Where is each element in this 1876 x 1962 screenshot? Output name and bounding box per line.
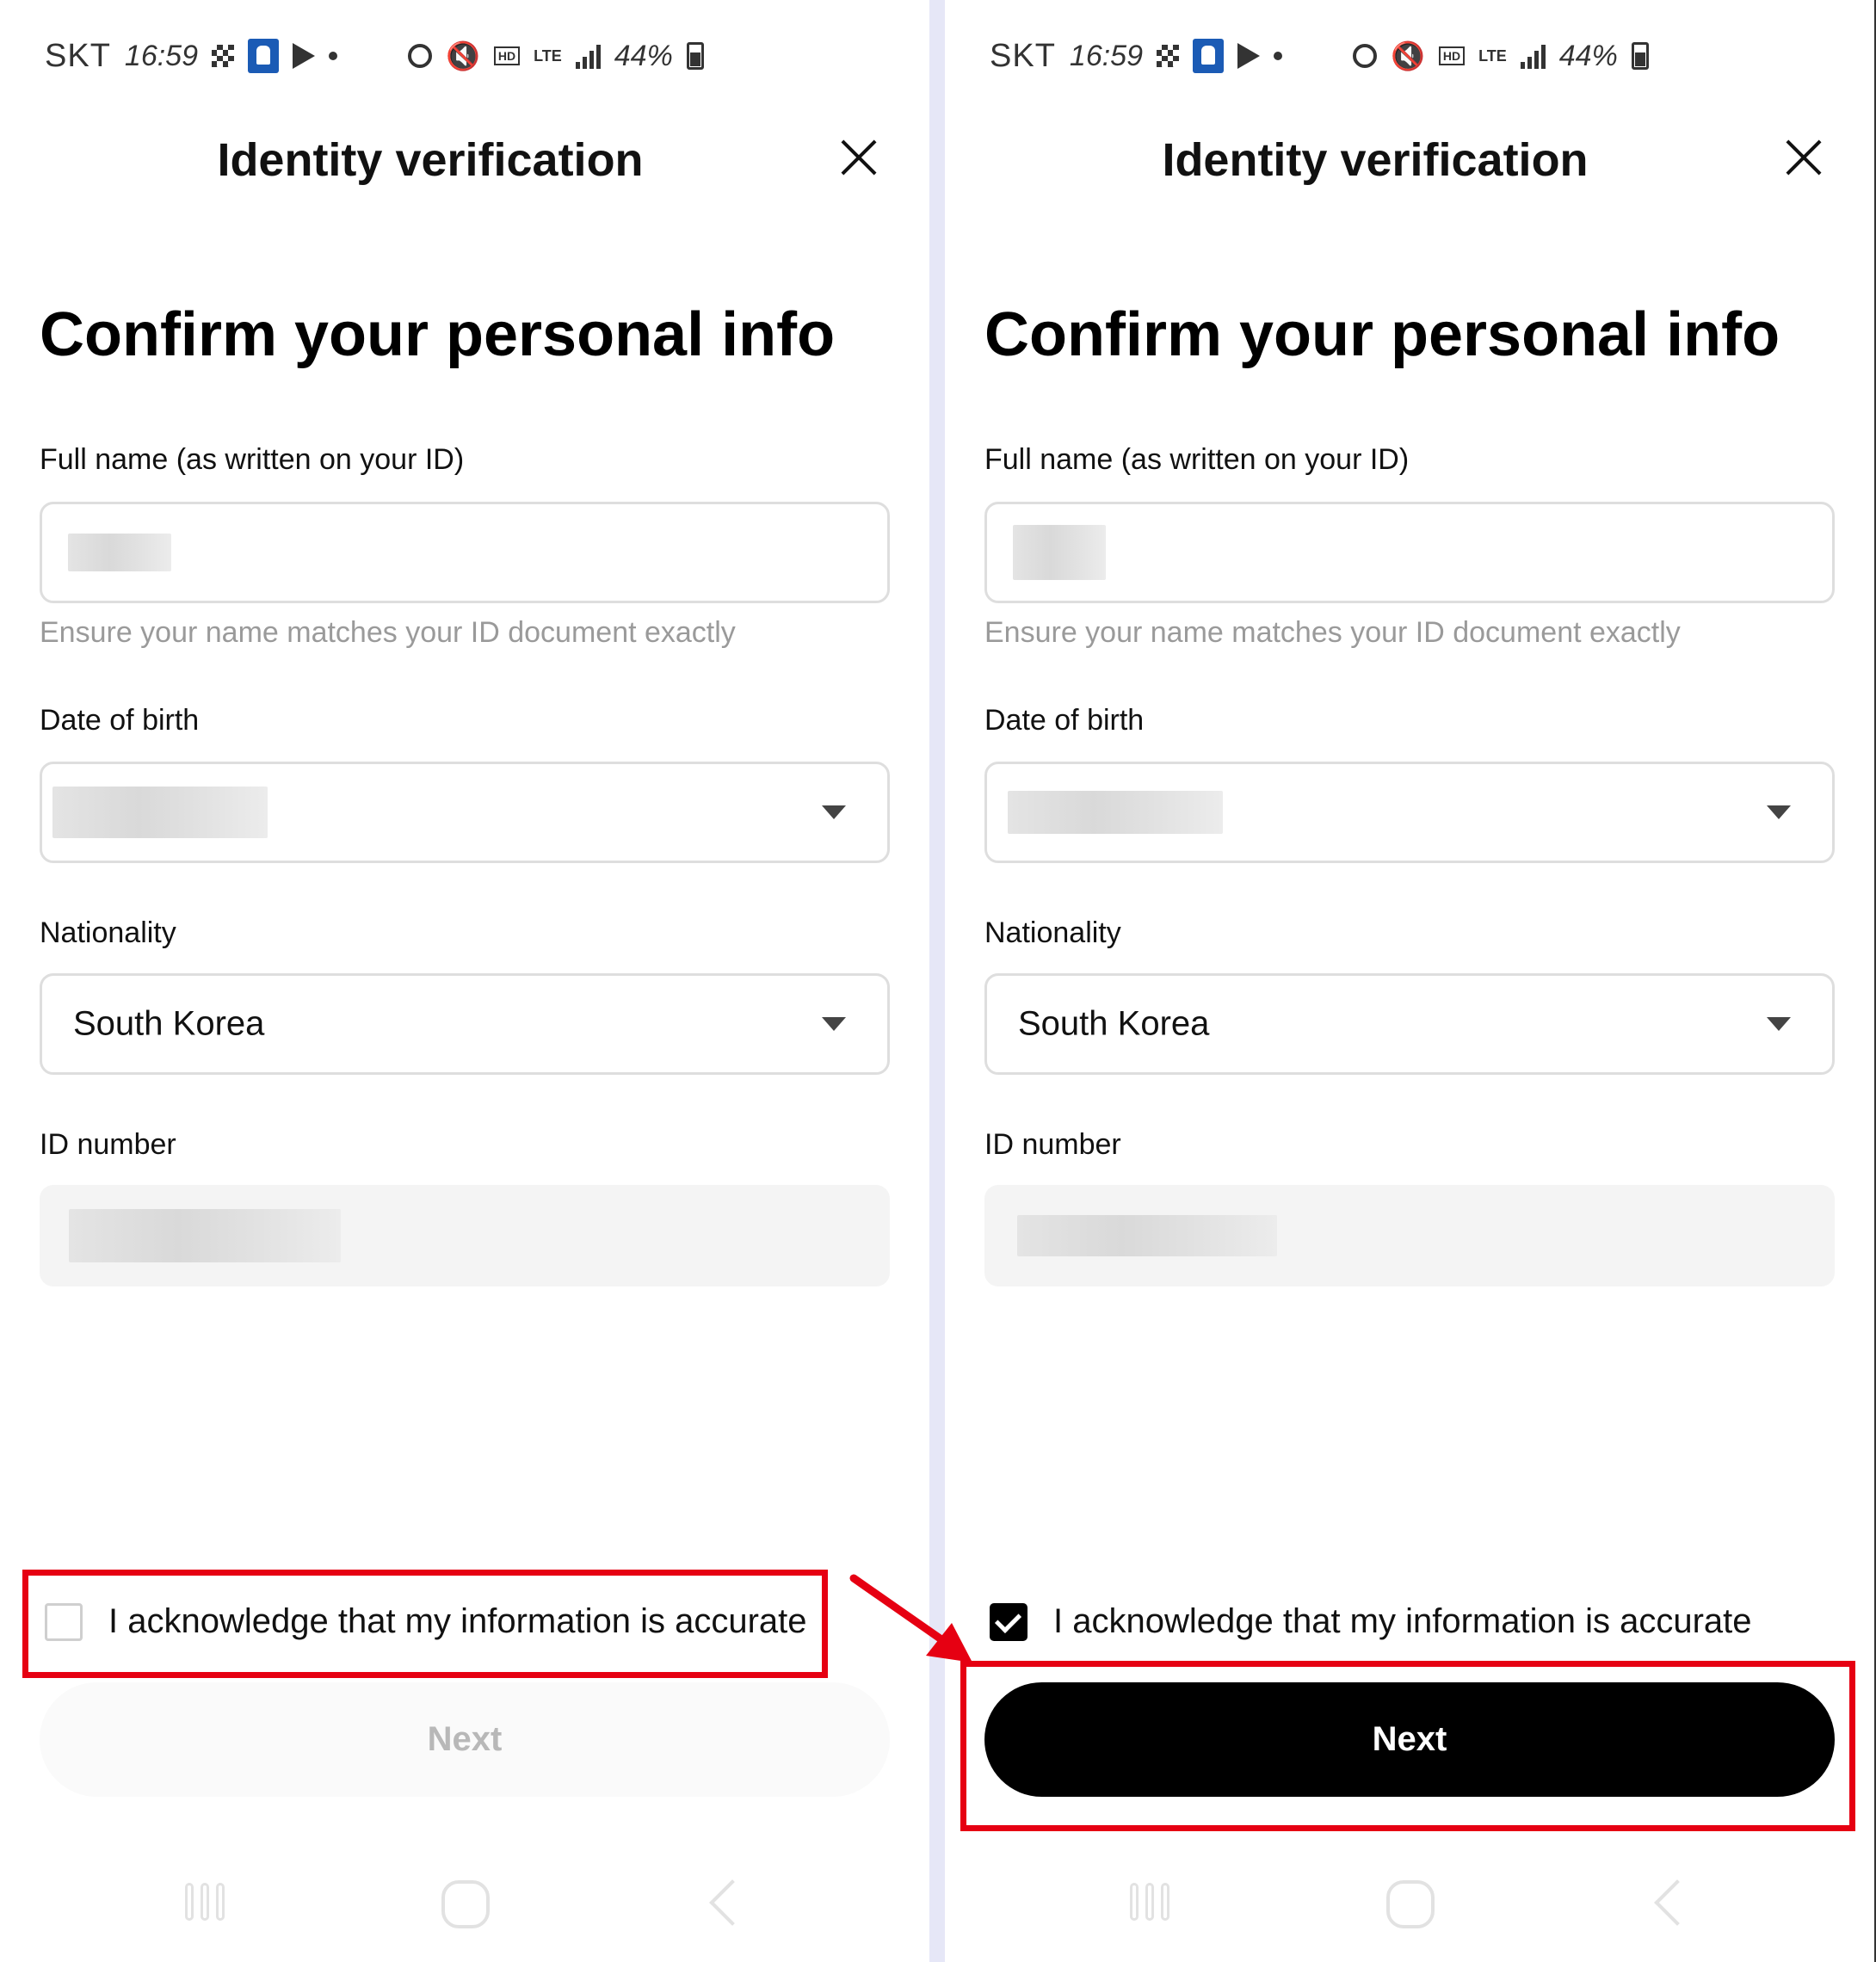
system-nav-bar: [945, 1876, 1874, 1936]
alarm-icon: [1353, 44, 1377, 68]
back-icon[interactable]: [1654, 1879, 1700, 1926]
redacted-dob: [1008, 791, 1223, 834]
dob-select[interactable]: [984, 762, 1835, 863]
id-number-label: ID number: [984, 1128, 1121, 1161]
header-title: Identity verification: [1162, 134, 1589, 186]
acknowledge-text: I acknowledge that my information is acc…: [1053, 1602, 1752, 1640]
system-nav-bar: [0, 1876, 929, 1936]
hd-label: HD: [497, 49, 516, 63]
app-notification-icon: [1193, 39, 1224, 73]
page-title: Confirm your personal info: [984, 300, 1780, 369]
id-number-label: ID number: [40, 1128, 176, 1161]
signal-strength-icon: [1520, 43, 1546, 69]
carrier-label: SKT: [990, 37, 1056, 74]
alarm-icon: [408, 44, 432, 68]
full-name-hint: Ensure your name matches your ID documen…: [40, 616, 736, 649]
acknowledge-row[interactable]: I acknowledge that my information is acc…: [990, 1602, 1752, 1641]
more-notifications-dot-icon: [1274, 52, 1282, 60]
full-name-input[interactable]: [40, 502, 890, 603]
chevron-down-icon: [822, 1017, 846, 1031]
id-number-field: [984, 1185, 1835, 1286]
clock-time: 16:59: [1069, 39, 1143, 72]
signal-strength-icon: [575, 43, 601, 69]
close-button[interactable]: [839, 138, 879, 177]
full-name-label: Full name (as written on your ID): [984, 443, 1410, 476]
battery-percent: 44%: [1558, 39, 1618, 72]
redacted-dob: [52, 787, 268, 838]
transition-arrow-icon: [849, 1574, 972, 1663]
nationality-select[interactable]: South Korea: [984, 973, 1835, 1075]
hd-voice-icon: HD: [493, 46, 521, 65]
home-icon[interactable]: [1386, 1880, 1435, 1928]
highlight-acknowledge-box: [22, 1570, 828, 1678]
page-title: Confirm your personal info: [40, 300, 836, 369]
battery-icon: [1631, 42, 1649, 70]
header-title: Identity verification: [217, 134, 644, 186]
qr-notification-icon: [212, 45, 234, 67]
lte-icon: LTE: [534, 47, 562, 65]
nationality-label: Nationality: [984, 916, 1121, 949]
play-store-icon: [293, 43, 315, 69]
home-icon[interactable]: [441, 1880, 490, 1928]
full-name-input[interactable]: [984, 502, 1835, 603]
next-label: Next: [427, 1720, 503, 1758]
redacted-id-number: [1017, 1215, 1277, 1256]
recent-apps-icon[interactable]: [1130, 1883, 1169, 1921]
carrier-label: SKT: [45, 37, 111, 74]
highlight-next-button-box: [960, 1661, 1855, 1831]
redacted-id-number: [69, 1209, 341, 1262]
nationality-select[interactable]: South Korea: [40, 973, 890, 1075]
hd-voice-icon: HD: [1438, 46, 1466, 65]
nationality-label: Nationality: [40, 916, 176, 949]
lte-icon: LTE: [1478, 47, 1507, 65]
mute-icon: 🔇: [1391, 40, 1425, 71]
hd-label: HD: [1442, 49, 1461, 63]
chevron-down-icon: [1767, 1017, 1791, 1031]
id-number-field: [40, 1185, 890, 1286]
nationality-value: South Korea: [1018, 1004, 1210, 1043]
back-icon[interactable]: [709, 1879, 756, 1926]
dob-select[interactable]: [40, 762, 890, 863]
status-bar: SKT 16:59 🔇 HD LTE 44%: [45, 34, 704, 77]
nationality-value: South Korea: [73, 1004, 265, 1043]
app-notification-icon: [248, 39, 279, 73]
redacted-name: [68, 534, 171, 571]
mute-icon: 🔇: [446, 40, 480, 71]
close-button[interactable]: [1784, 138, 1824, 177]
full-name-hint: Ensure your name matches your ID documen…: [984, 616, 1681, 649]
play-store-icon: [1237, 43, 1260, 69]
next-button[interactable]: Next: [40, 1682, 890, 1797]
dob-label: Date of birth: [40, 704, 200, 737]
acknowledge-checkbox[interactable]: [990, 1602, 1027, 1641]
battery-percent: 44%: [614, 39, 673, 72]
qr-notification-icon: [1157, 45, 1179, 67]
clock-time: 16:59: [124, 39, 198, 72]
chevron-down-icon: [1767, 805, 1791, 819]
dob-label: Date of birth: [984, 704, 1145, 737]
redacted-name: [1013, 525, 1106, 580]
chevron-down-icon: [822, 805, 846, 819]
more-notifications-dot-icon: [329, 52, 337, 60]
full-name-label: Full name (as written on your ID): [40, 443, 465, 476]
recent-apps-icon[interactable]: [185, 1883, 225, 1921]
status-bar: SKT 16:59 🔇 HD LTE 44%: [990, 34, 1649, 77]
battery-icon: [686, 42, 704, 70]
